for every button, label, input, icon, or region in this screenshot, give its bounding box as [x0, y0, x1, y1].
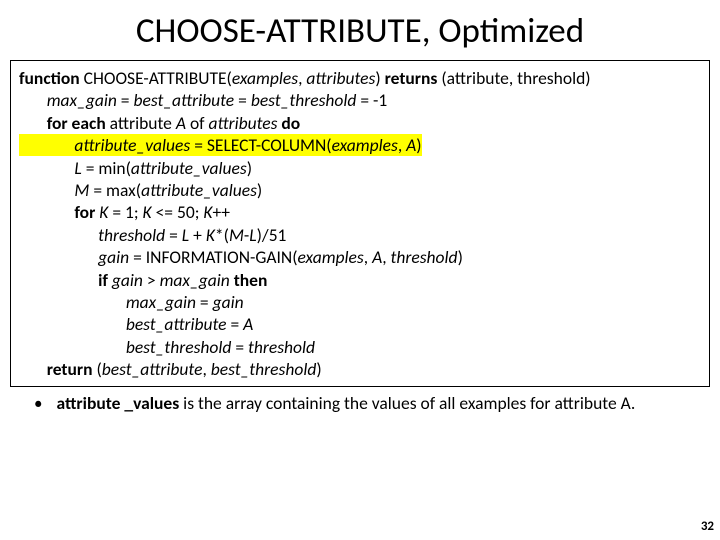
var: A — [176, 112, 190, 134]
txt: ) — [375, 67, 384, 89]
code-line: function CHOOSE-ATTRIBUTE(examples, attr… — [19, 67, 701, 89]
code-line: max_gain = best_attribute = best_thresho… — [19, 89, 701, 111]
txt: , — [382, 246, 390, 268]
txt: = INFORMATION-GAIN( — [133, 246, 297, 268]
txt: attribute — [110, 112, 176, 134]
code-line: for each attribute A of attributes do — [19, 112, 701, 134]
var: L — [19, 157, 86, 179]
page-number: 32 — [701, 519, 714, 534]
txt: = — [200, 291, 213, 313]
var: K — [206, 224, 215, 246]
txt: = — [121, 89, 134, 111]
txt: <= 50; — [156, 201, 204, 223]
txt: (attribute, threshold) — [437, 67, 590, 89]
var: max_gain — [19, 89, 121, 111]
var: K — [99, 201, 112, 223]
txt: = — [235, 336, 248, 358]
var: L — [182, 224, 193, 246]
txt: of — [190, 112, 209, 134]
kw-returns: returns — [385, 67, 438, 89]
txt: ) — [257, 179, 262, 201]
txt: = max( — [93, 179, 141, 201]
kw-for: for each — [19, 112, 110, 134]
txt: ++ — [212, 201, 230, 223]
kw-for: for — [19, 201, 99, 223]
txt: *( — [215, 224, 229, 246]
var: gain — [213, 291, 244, 313]
code-line: max_gain = gain — [19, 291, 701, 313]
var: attribute_values — [131, 157, 247, 179]
kw-if: if — [19, 269, 112, 291]
var: threshold — [19, 224, 169, 246]
var: best_threshold — [211, 358, 317, 380]
note-term: attribute _values — [56, 392, 179, 414]
var: attribute_values — [141, 179, 257, 201]
var: gain — [19, 246, 133, 268]
var: best_attribute — [133, 89, 238, 111]
code-line: M = max(attribute_values) — [19, 179, 701, 201]
param: attributes — [306, 67, 375, 89]
var: best_attribute — [19, 313, 230, 335]
kw-do: do — [281, 112, 300, 134]
var: best_threshold — [19, 336, 235, 358]
note-bullet: • attribute _values is the array contain… — [28, 393, 692, 415]
var: max_gain — [160, 269, 234, 291]
note-rest: is the array containing the values of al… — [179, 392, 635, 414]
txt: ) — [247, 157, 252, 179]
kw-then: then — [234, 269, 268, 291]
var: A — [372, 246, 382, 268]
var: A — [406, 134, 416, 156]
txt: = — [230, 313, 243, 335]
code-line: best_attribute = A — [19, 313, 701, 335]
var: best_threshold — [251, 89, 361, 111]
code-line: gain = INFORMATION-GAIN(examples, A, thr… — [19, 246, 701, 268]
var: L — [249, 224, 256, 246]
code-box: function CHOOSE-ATTRIBUTE(examples, attr… — [10, 60, 710, 387]
var: examples — [298, 246, 364, 268]
code-line: best_threshold = threshold — [19, 336, 701, 358]
var: max_gain — [19, 291, 200, 313]
txt: )/51 — [257, 224, 287, 246]
txt: ) — [316, 358, 321, 380]
txt: > — [147, 269, 160, 291]
bullet-icon: • — [34, 393, 42, 415]
code-line: threshold = L + K*(M-L)/51 — [19, 224, 701, 246]
var: threshold — [248, 336, 315, 358]
var: examples — [332, 134, 398, 156]
param: examples — [232, 67, 298, 89]
kw-function: function — [19, 67, 80, 89]
var: M — [19, 179, 93, 201]
txt: CHOOSE-ATTRIBUTE( — [80, 67, 232, 89]
txt: ) — [416, 134, 421, 156]
txt: , — [364, 246, 372, 268]
txt: = — [169, 224, 182, 246]
var: A — [243, 313, 253, 335]
txt: + — [193, 224, 206, 246]
txt: = 1; — [112, 201, 142, 223]
txt: = — [238, 89, 251, 111]
code-line: for K = 1; K <= 50; K++ — [19, 201, 701, 223]
var: K — [143, 201, 156, 223]
txt: = -1 — [360, 89, 387, 111]
kw-return: return — [19, 358, 96, 380]
var: attributes — [208, 112, 281, 134]
txt: = min( — [86, 157, 131, 179]
txt: , — [202, 358, 210, 380]
code-line: L = min(attribute_values) — [19, 157, 701, 179]
txt: = SELECT-COLUMN( — [194, 134, 331, 156]
code-line: return (best_attribute, best_threshold) — [19, 358, 701, 380]
var: threshold — [391, 246, 458, 268]
var: best_attribute — [102, 358, 203, 380]
note-text: attribute _values is the array containin… — [56, 393, 635, 415]
var: attribute_values — [19, 134, 194, 156]
var: M — [229, 224, 244, 246]
txt: , — [398, 134, 406, 156]
code-line-highlight: attribute_values = SELECT-COLUMN(example… — [19, 134, 701, 156]
txt: ) — [458, 246, 463, 268]
var: gain — [112, 269, 147, 291]
code-line: if gain > max_gain then — [19, 269, 701, 291]
slide-title: CHOOSE-ATTRIBUTE, Optimized — [0, 0, 720, 60]
